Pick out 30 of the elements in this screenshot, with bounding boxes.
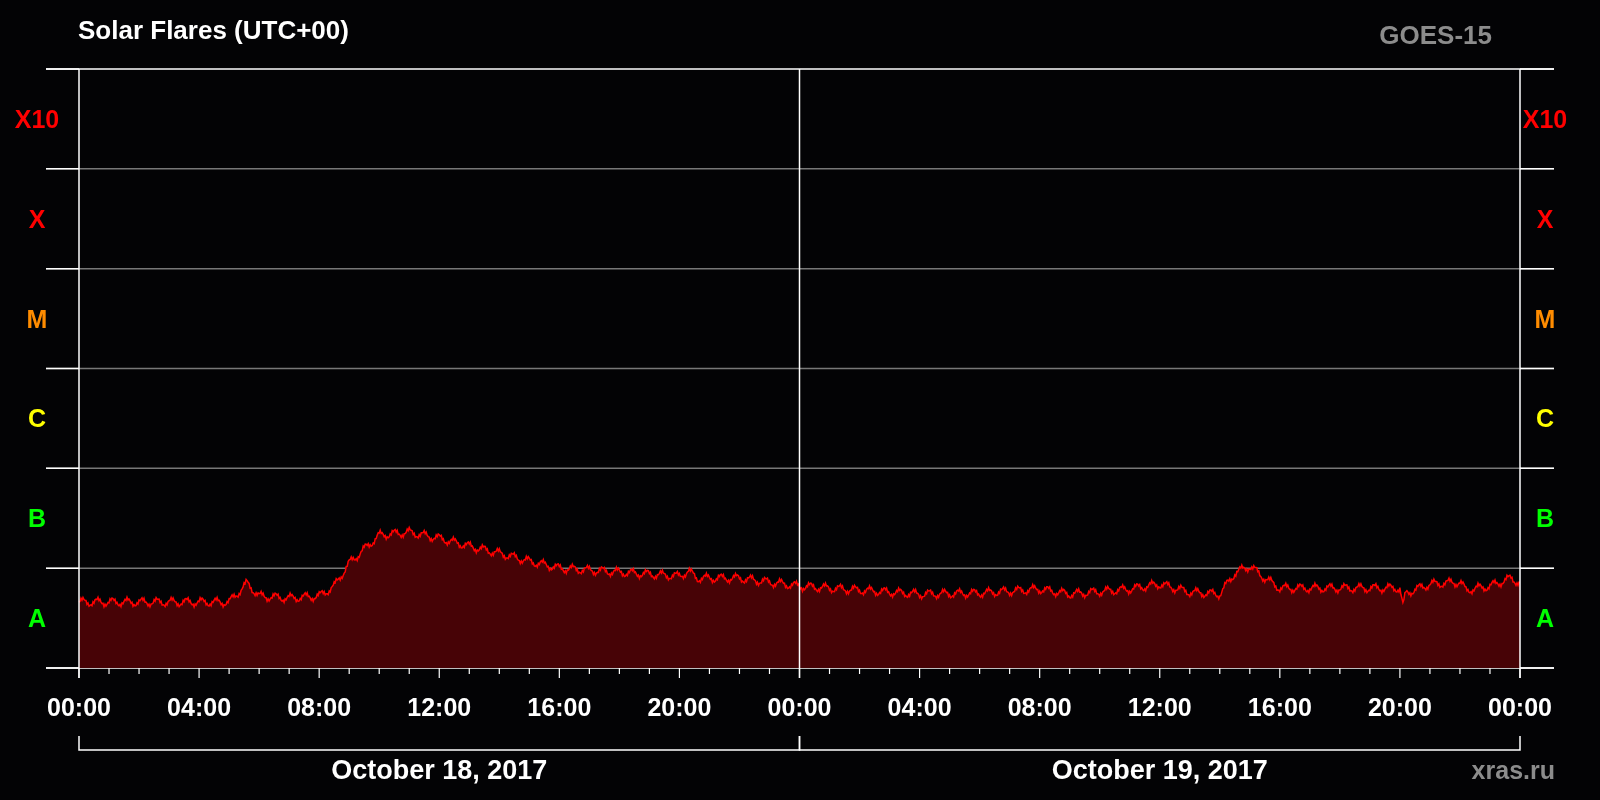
class-label: M — [1534, 304, 1556, 333]
satellite-name: GOES-15 — [1379, 19, 1492, 51]
time-label: 12:00 — [407, 693, 472, 721]
class-label: C — [27, 404, 47, 433]
time-label: 20:00 — [1367, 693, 1432, 721]
class-label: X — [28, 204, 46, 233]
class-label: A — [27, 604, 47, 633]
class-label: M — [26, 304, 48, 333]
date-label: October 18, 2017 — [331, 755, 548, 785]
time-label: 16:00 — [527, 693, 592, 721]
class-label: X — [1536, 204, 1554, 233]
time-label: 08:00 — [1007, 693, 1072, 721]
date-label: October 19, 2017 — [1051, 755, 1268, 785]
time-label: 20:00 — [647, 693, 712, 721]
site-credit: xras.ru — [1471, 756, 1555, 784]
time-label: 00:00 — [767, 693, 832, 721]
time-label: 16:00 — [1247, 693, 1312, 721]
chart-title: Solar Flares (UTC+00) — [78, 14, 349, 46]
class-label: B — [27, 504, 47, 533]
class-label: C — [1535, 404, 1555, 433]
time-label: 12:00 — [1127, 693, 1192, 721]
time-label: 04:00 — [887, 693, 952, 721]
time-label: 08:00 — [287, 693, 352, 721]
time-label: 00:00 — [47, 693, 111, 721]
class-label: A — [1535, 604, 1555, 633]
class-label: X10 — [14, 104, 60, 133]
class-label: X10 — [1522, 104, 1568, 133]
time-label: 04:00 — [167, 693, 232, 721]
time-label: 00:00 — [1488, 693, 1552, 721]
class-label: B — [1535, 504, 1555, 533]
